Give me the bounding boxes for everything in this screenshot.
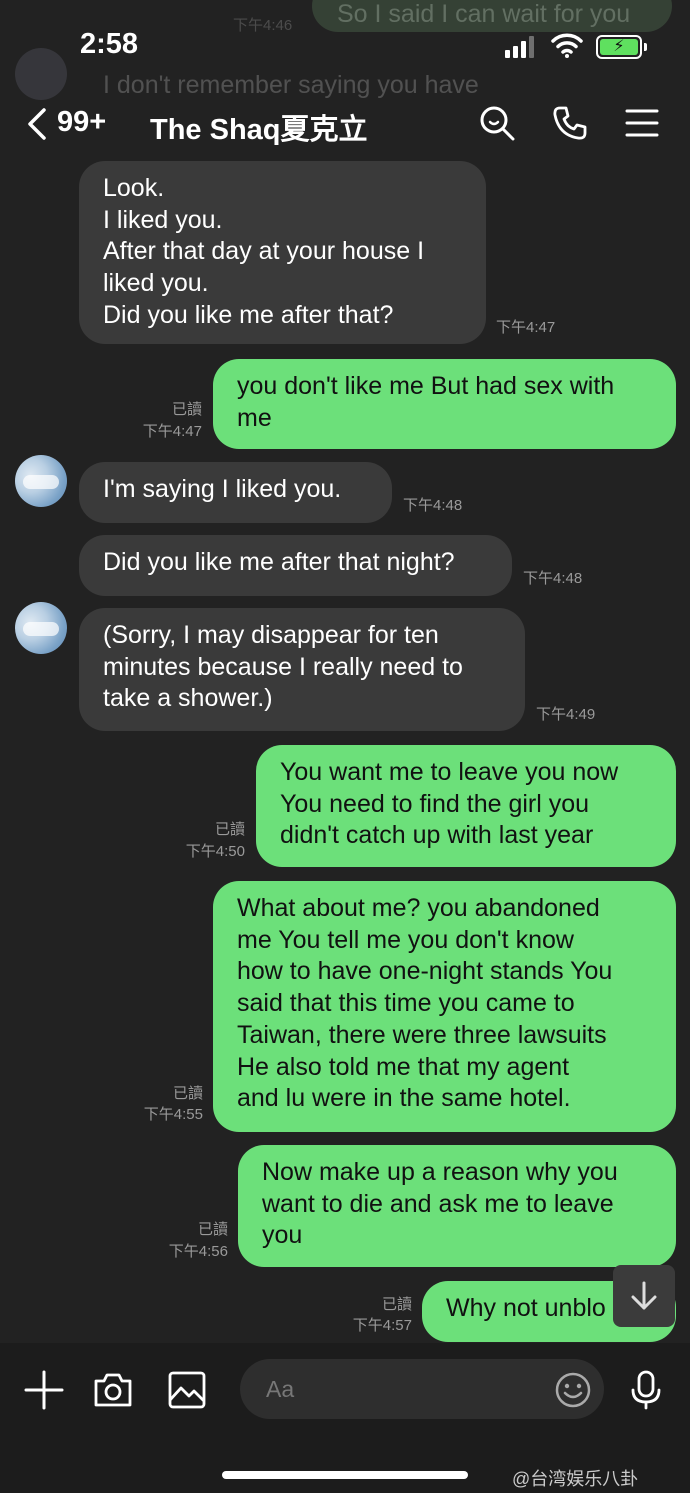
read-receipt: 已讀 — [171, 401, 202, 418]
microphone-icon[interactable] — [626, 1370, 666, 1410]
phone-icon[interactable] — [551, 104, 589, 142]
wifi-icon — [551, 33, 583, 58]
image-icon[interactable] — [167, 1370, 207, 1410]
read-receipt: 已讀 — [172, 1085, 203, 1102]
message-time: 下午4:47 — [142, 423, 202, 440]
status-time: 2:58 — [80, 28, 139, 60]
read-receipt: 已讀 — [197, 1221, 228, 1238]
chat-title: The Shaq夏克立 — [150, 114, 368, 146]
unread-count-badge[interactable]: 99+ — [57, 106, 106, 139]
previous-message-text-2: I don't remember saying you have — [103, 71, 479, 99]
chevron-left-icon[interactable] — [22, 106, 54, 142]
read-receipt: 已讀 — [381, 1296, 412, 1313]
incoming-message[interactable]: (Sorry, I may disappear for ten minutes … — [79, 608, 525, 731]
outgoing-message[interactable]: What about me? you abandoned me You tell… — [213, 881, 676, 1132]
avatar[interactable] — [15, 455, 67, 507]
battery-icon: ⚡ — [596, 35, 642, 59]
message-time: 下午4:49 — [536, 706, 596, 723]
message-time: 下午4:50 — [185, 843, 245, 860]
outgoing-message[interactable]: Now make up a reason why you want to die… — [238, 1145, 676, 1267]
outgoing-message[interactable]: You want me to leave you now You need to… — [256, 745, 676, 867]
message-time: 下午4:48 — [403, 497, 463, 514]
emoji-icon[interactable] — [554, 1371, 592, 1409]
signal-icon — [505, 36, 535, 58]
message-time: 下午4:56 — [168, 1243, 228, 1260]
arrow-down-icon — [631, 1281, 657, 1310]
message-time: 下午4:47 — [496, 319, 556, 336]
camera-icon[interactable] — [93, 1370, 133, 1410]
battery-cap — [644, 43, 647, 51]
incoming-message[interactable]: I'm saying I liked you. — [79, 462, 392, 523]
incoming-message[interactable]: Look. I liked you. After that day at you… — [79, 161, 486, 344]
message-time: 下午4:57 — [352, 1317, 412, 1334]
scroll-to-bottom-button[interactable] — [613, 1265, 675, 1327]
read-receipt: 已讀 — [214, 821, 245, 838]
message-input[interactable] — [240, 1359, 604, 1419]
search-icon[interactable] — [478, 104, 516, 142]
previous-message-text: So I said I can wait for you — [337, 0, 631, 28]
message-time: 下午4:48 — [523, 570, 583, 587]
menu-icon[interactable] — [624, 104, 662, 142]
avatar[interactable] — [15, 602, 67, 654]
previous-avatar — [15, 48, 67, 100]
plus-icon[interactable] — [24, 1370, 64, 1410]
outgoing-message[interactable]: you don't like me But had sex with me — [213, 359, 676, 449]
watermark: @台湾娱乐八卦 — [512, 1469, 639, 1489]
previous-message-time: 下午4:46 — [233, 17, 293, 34]
incoming-message[interactable]: Did you like me after that night? — [79, 535, 512, 596]
home-indicator — [222, 1471, 468, 1479]
message-time: 下午4:55 — [143, 1106, 203, 1123]
